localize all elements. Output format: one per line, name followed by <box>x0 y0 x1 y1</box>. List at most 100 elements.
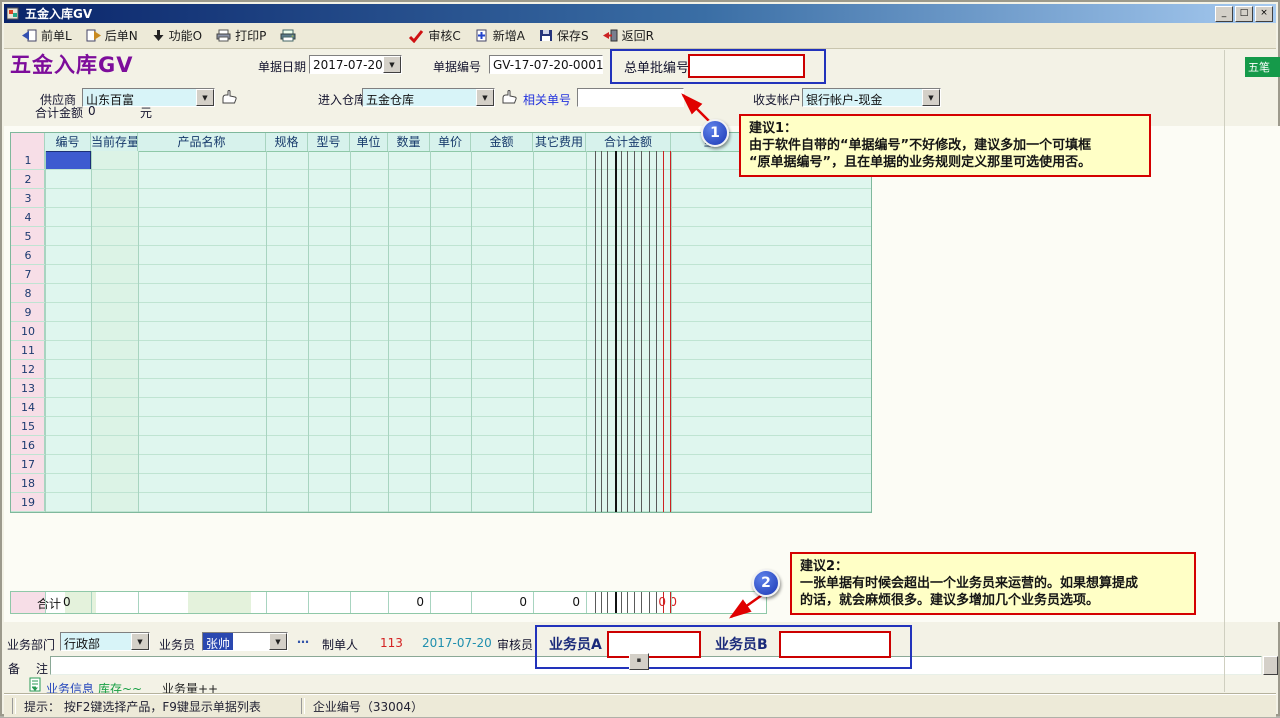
chevron-down-icon[interactable]: ▼ <box>922 89 940 106</box>
badge-1: 1 <box>701 119 729 147</box>
chevron-down-icon[interactable]: ▼ <box>131 633 149 650</box>
maximize-button[interactable]: □ <box>1235 6 1253 22</box>
row-number[interactable]: 4 <box>11 208 45 227</box>
totals-amount: 0 <box>469 595 527 609</box>
row-number[interactable]: 9 <box>11 303 45 322</box>
scrollbar-thumb[interactable]: ▪ <box>629 653 649 670</box>
col-header: 金额 <box>471 133 533 151</box>
col-header: 其它费用 <box>533 133 586 151</box>
agent-a-label: 业务员A <box>549 634 602 654</box>
row-number[interactable]: 14 <box>11 398 45 417</box>
print-preview-button[interactable] <box>274 27 302 44</box>
totals-row: 合计 0 0 0 0 0 0 <box>10 591 767 614</box>
chevron-down-icon[interactable]: ▼ <box>383 56 401 73</box>
close-button[interactable]: × <box>1255 6 1273 22</box>
audit-button[interactable]: 审核C <box>402 25 466 46</box>
pick-hand-icon[interactable] <box>501 90 518 105</box>
grid-body[interactable]: 12345678910111213141516171819 <box>11 151 871 512</box>
items-grid[interactable]: 编号 当前存量 产品名称 规格 型号 单位 数量 单价 金额 其它费用 合计金额… <box>10 132 872 513</box>
next-doc-icon <box>86 29 101 42</box>
col-header: 单价 <box>430 133 471 151</box>
row-number[interactable]: 13 <box>11 379 45 398</box>
print-button[interactable]: 打印P <box>210 25 272 46</box>
warehouse-label: 进入仓库 <box>318 91 366 108</box>
row-number[interactable]: 7 <box>11 265 45 284</box>
remark-scroll-button[interactable] <box>1263 656 1278 675</box>
row-number[interactable]: 11 <box>11 341 45 360</box>
row-number[interactable]: 3 <box>11 189 45 208</box>
row-number[interactable]: 12 <box>11 360 45 379</box>
row-number[interactable]: 17 <box>11 455 45 474</box>
remark-label-2: 注 <box>36 660 48 677</box>
minimize-button[interactable]: _ <box>1215 6 1233 22</box>
print-icon <box>216 29 231 42</box>
row-number[interactable]: 16 <box>11 436 45 455</box>
date-combo[interactable]: 2017-07-20 ▼ <box>309 55 402 74</box>
sum-value: 0 <box>88 104 96 118</box>
prev-doc-button[interactable]: 前单L <box>16 25 78 46</box>
row-number[interactable]: 6 <box>11 246 45 265</box>
col-header: 单位 <box>350 133 388 151</box>
warehouse-value: 五金仓库 <box>363 89 476 106</box>
chevron-down-icon[interactable]: ▼ <box>476 89 494 106</box>
ime-badge[interactable]: 五笔 <box>1245 57 1280 77</box>
pick-hand-icon[interactable] <box>221 90 238 105</box>
save-button[interactable]: 保存S <box>533 25 595 46</box>
row-number[interactable]: 5 <box>11 227 45 246</box>
floppy-icon <box>539 29 553 42</box>
business-info-icon <box>29 677 42 692</box>
col-header: 编号 <box>45 133 91 151</box>
agent-b-mock-field <box>779 631 891 658</box>
maker-label: 制单人 <box>322 636 358 653</box>
add-button[interactable]: 新增A <box>469 25 531 46</box>
batch-no-mock-field <box>688 54 805 78</box>
clerk-combo[interactable]: 张帅 ▼ <box>202 632 288 651</box>
chevron-down-icon[interactable]: ▼ <box>269 633 287 650</box>
sum-label: 合计金额 <box>35 104 83 121</box>
account-combo[interactable]: 银行帐户-现金 ▼ <box>802 88 941 107</box>
col-header: 产品名称 <box>138 133 266 151</box>
prev-doc-icon <box>22 29 37 42</box>
doc-no-field[interactable]: GV-17-07-20-0001 <box>489 55 603 74</box>
back-button[interactable]: 返回R <box>597 25 660 46</box>
functions-button[interactable]: 功能O <box>146 25 208 46</box>
dept-value: 行政部 <box>61 633 131 650</box>
doc-no-label: 单据编号 <box>433 58 481 75</box>
suggestion-note-1: 建议1： 由于软件自带的“单据编号”不好修改，建议多加一个可填框 “原单据编号”… <box>739 114 1151 177</box>
totals-qty: 0 <box>366 595 424 609</box>
totals-red2: 0 <box>667 595 677 609</box>
row-number[interactable]: 15 <box>11 417 45 436</box>
auditor-label: 审核员 <box>497 636 533 653</box>
app-icon <box>7 7 21 20</box>
row-number[interactable]: 2 <box>11 170 45 189</box>
totals-other: 0 <box>522 595 580 609</box>
clerk-more-button[interactable]: … <box>297 632 309 646</box>
sum-unit: 元 <box>140 104 152 121</box>
col-header: 型号 <box>308 133 350 151</box>
functions-icon <box>152 29 165 42</box>
next-doc-button[interactable]: 后单N <box>80 25 144 46</box>
maker-no: 113 <box>380 636 403 650</box>
row-number[interactable]: 19 <box>11 493 45 512</box>
badge-2: 2 <box>752 569 780 597</box>
grid-header-corner <box>11 133 45 151</box>
selected-cell[interactable] <box>45 151 91 170</box>
remark-label: 备 <box>8 660 20 677</box>
row-number[interactable]: 10 <box>11 322 45 341</box>
agent-b-label: 业务员B <box>715 634 768 654</box>
row-number[interactable]: 1 <box>11 151 45 170</box>
title-bar: 五金入库GV _ □ × <box>4 4 1276 23</box>
status-bar: 提示： 按F2键选择产品，F9键显示单据列表 企业编号（33004） <box>4 694 1276 717</box>
row-number[interactable]: 18 <box>11 474 45 493</box>
main-toolbar: 前单L 后单N 功能O 打印P 审核C 新增A 保存S 返回R <box>4 23 1276 49</box>
chevron-down-icon[interactable]: ▼ <box>196 89 214 106</box>
dept-combo[interactable]: 行政部 ▼ <box>60 632 150 651</box>
col-header: 规格 <box>266 133 308 151</box>
warehouse-combo[interactable]: 五金仓库 ▼ <box>362 88 495 107</box>
related-no-field[interactable] <box>577 88 684 107</box>
batch-no-label: 总单批编号 <box>624 57 689 76</box>
row-number[interactable]: 8 <box>11 284 45 303</box>
form-title: 五金入库GV <box>10 49 134 79</box>
col-header: 数量 <box>388 133 430 151</box>
clerk-value: 张帅 <box>203 633 233 650</box>
